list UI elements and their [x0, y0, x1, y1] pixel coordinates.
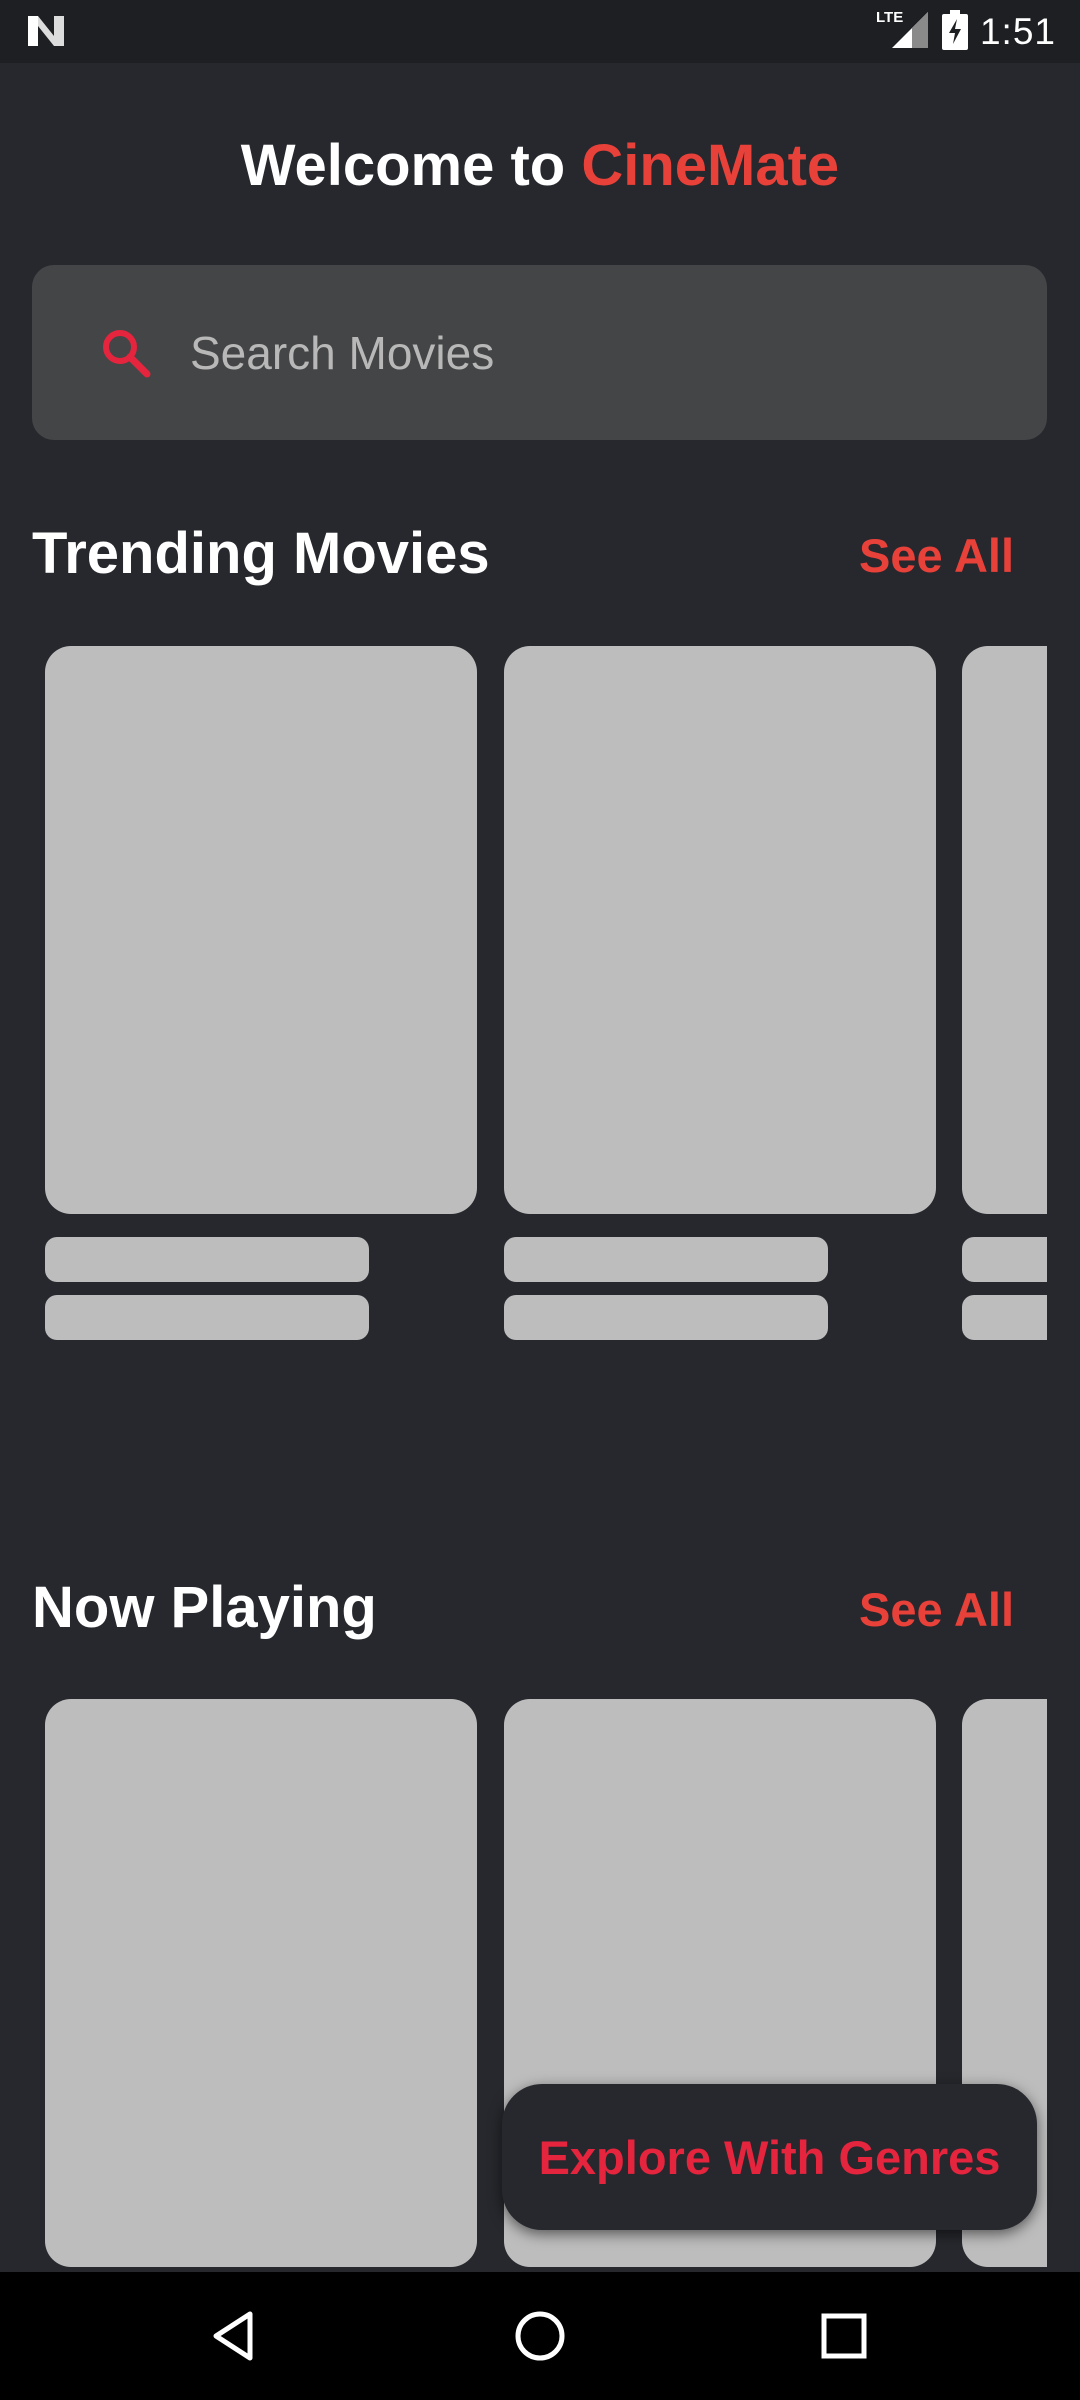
poster-placeholder	[45, 646, 477, 1214]
explore-genres-button[interactable]: Explore With Genres	[502, 2084, 1037, 2230]
welcome-prefix: Welcome to	[240, 133, 582, 198]
search-bar[interactable]	[32, 265, 1047, 440]
poster-placeholder	[45, 1699, 477, 2267]
n-logo-icon	[26, 14, 66, 48]
search-icon	[100, 327, 152, 379]
title-placeholder	[504, 1237, 828, 1282]
back-icon[interactable]	[200, 2300, 272, 2372]
subtitle-placeholder	[45, 1295, 369, 1340]
trending-section-title: Trending Movies	[32, 521, 490, 586]
poster-placeholder	[504, 646, 936, 1214]
lte-icon: LTE	[876, 9, 920, 55]
status-icons: LTE 1:51	[876, 8, 1056, 56]
poster-placeholder	[962, 646, 1047, 1214]
now-playing-section-title: Now Playing	[32, 1575, 377, 1640]
search-input[interactable]	[190, 315, 1010, 391]
trending-movies-list[interactable]	[0, 646, 1047, 1346]
page-title: Welcome to CineMate	[0, 132, 1080, 199]
title-placeholder	[962, 1237, 1047, 1282]
brand-name: CineMate	[581, 133, 840, 198]
network-label: LTE	[875, 9, 904, 26]
home-icon[interactable]	[504, 2300, 576, 2372]
battery-charging-icon	[941, 9, 968, 55]
status-time: 1:51	[979, 11, 1056, 52]
subtitle-placeholder	[504, 1295, 828, 1340]
navigation-bar	[0, 2272, 1080, 2400]
title-placeholder	[45, 1237, 369, 1282]
subtitle-placeholder	[962, 1295, 1047, 1340]
now-playing-see-all-link[interactable]: See All	[859, 1582, 1014, 1637]
trending-see-all-link[interactable]: See All	[859, 528, 1014, 583]
status-bar: LTE 1:51	[0, 0, 1080, 63]
recents-icon[interactable]	[808, 2300, 880, 2372]
